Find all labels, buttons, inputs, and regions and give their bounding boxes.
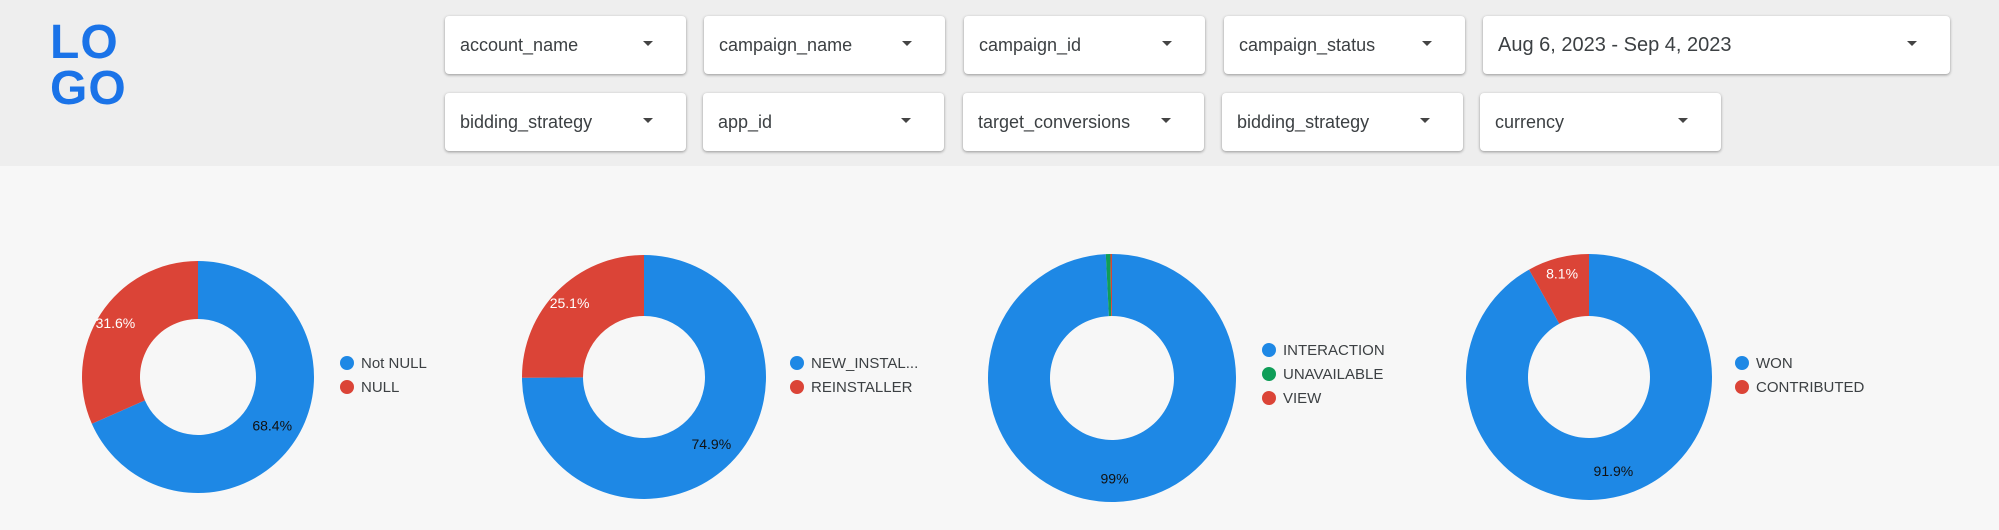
filter-currency[interactable]: currency — [1480, 93, 1721, 151]
filter-campaign-id[interactable]: campaign_id — [964, 16, 1205, 74]
legend-swatch — [790, 356, 804, 370]
slice-value-label: 31.6% — [96, 315, 136, 331]
date-range-picker[interactable]: Aug 6, 2023 - Sep 4, 2023 — [1483, 16, 1950, 74]
legend-label: UNAVAILABLE — [1283, 366, 1383, 383]
donut-chart-3: 99% INTERACTION UNAVAILABLE VIEW — [987, 254, 1385, 502]
filter-label: campaign_status — [1239, 34, 1376, 55]
slice-value-label: 91.9% — [1594, 463, 1634, 479]
legend-swatch — [1735, 380, 1749, 394]
donut-chart-4: 91.9% 8.1% WON CONTRIBUTED — [1466, 254, 1865, 500]
donut-chart-1: 68.4% 31.6% Not NULL NULL — [82, 261, 427, 493]
filter-bidding-strategy[interactable]: bidding_strategy — [445, 93, 686, 151]
logo-line-2: GO — [50, 62, 127, 106]
legend-label: Not NULL — [361, 355, 427, 372]
filter-campaign-name[interactable]: campaign_name — [704, 16, 945, 74]
filter-bidding-strategy-2[interactable]: bidding_strategy — [1222, 93, 1463, 151]
legend-label: INTERACTION — [1283, 342, 1385, 359]
dropdown-arrow-icon — [643, 118, 653, 123]
legend-label: CONTRIBUTED — [1756, 379, 1865, 396]
filter-label: bidding_strategy — [460, 111, 593, 132]
legend-label: NULL — [361, 379, 399, 396]
filter-label: campaign_name — [719, 34, 853, 55]
legend-label: WON — [1756, 355, 1793, 372]
slice-value-label: 99% — [1101, 470, 1129, 486]
logo-icon: LO GO — [50, 20, 127, 106]
filter-label: bidding_strategy — [1237, 111, 1370, 132]
slice-value-label: 25.1% — [550, 295, 590, 311]
donut-charts-area: 68.4% 31.6% Not NULL NULL 74.9% 25.1% NEW_INST… — [82, 254, 1865, 502]
slice-value-label: 68.4% — [252, 417, 292, 433]
legend-swatch — [1262, 343, 1276, 357]
filter-label: currency — [1495, 111, 1565, 132]
dropdown-arrow-icon — [1907, 41, 1917, 46]
slice-reinstaller[interactable] — [521, 255, 644, 378]
legend-label: REINSTALLER — [811, 379, 913, 396]
legend-swatch — [340, 356, 354, 370]
slice-value-label: 8.1% — [1546, 266, 1578, 282]
dropdown-arrow-icon — [643, 41, 653, 46]
legend-label: VIEW — [1283, 390, 1322, 407]
filter-account-name[interactable]: account_name — [445, 16, 686, 74]
filter-label: app_id — [718, 111, 773, 132]
dropdown-arrow-icon — [1678, 118, 1688, 123]
legend-label: NEW_INSTAL... — [811, 355, 918, 372]
dropdown-arrow-icon — [1161, 118, 1171, 123]
date-range-label: Aug 6, 2023 - Sep 4, 2023 — [1498, 33, 1732, 56]
legend-swatch — [340, 380, 354, 394]
filter-label: target_conversions — [978, 111, 1131, 132]
dropdown-arrow-icon — [1420, 118, 1430, 123]
filter-app-id[interactable]: app_id — [703, 93, 944, 151]
legend-swatch — [1262, 367, 1276, 381]
slice-value-label: 74.9% — [691, 436, 731, 452]
slice-null[interactable] — [82, 261, 198, 424]
filter-header: LO GO account_name campaign_name campaig… — [0, 0, 1999, 166]
legend-swatch — [1262, 391, 1276, 405]
dropdown-arrow-icon — [1422, 41, 1432, 46]
dropdown-arrow-icon — [901, 118, 911, 123]
dropdown-arrow-icon — [1162, 41, 1172, 46]
filter-label: campaign_id — [979, 34, 1082, 55]
donut-chart-2: 74.9% 25.1% NEW_INSTAL... REINSTALLER — [521, 255, 918, 499]
filter-target-conversions[interactable]: target_conversions — [963, 93, 1204, 151]
filter-campaign-status[interactable]: campaign_status — [1224, 16, 1465, 74]
dropdown-arrow-icon — [902, 41, 912, 46]
legend-swatch — [1735, 356, 1749, 370]
filter-label: account_name — [460, 34, 579, 55]
legend-swatch — [790, 380, 804, 394]
